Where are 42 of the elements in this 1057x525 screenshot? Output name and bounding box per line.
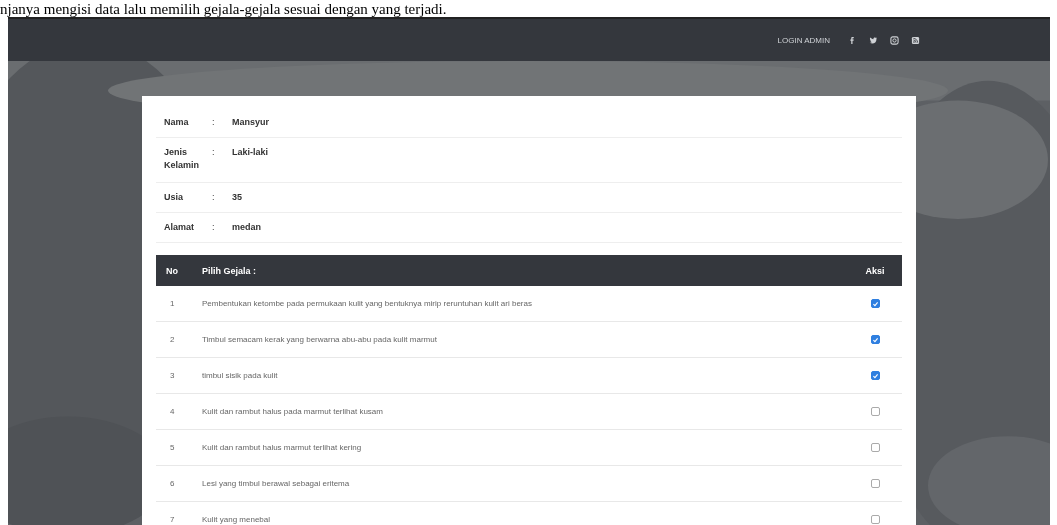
checkbox[interactable]: [870, 479, 880, 488]
column-header: Aksi: [864, 265, 886, 276]
symptom-text: Kulit dan rambut halus pada marmut terlihat kusam: [202, 407, 384, 416]
symptom-text: Kulit yang menebal: [202, 515, 272, 524]
field-label: Nama: [164, 116, 190, 129]
separator-text: :: [212, 221, 216, 234]
symptom-text: Pembentukan ketombe pada permukaan kulit yang bentuknya mirip reruntuhan kulit ari beras: [202, 299, 533, 308]
instagram-icon[interactable]: [890, 35, 899, 45]
row-number: 2: [169, 335, 176, 344]
checkbox[interactable]: [870, 299, 880, 308]
column-header: Pilih Gejala :: [202, 265, 258, 276]
row-number: 4: [169, 407, 176, 416]
separator-text: :: [212, 191, 216, 204]
row-number: 1: [169, 299, 176, 308]
field-value: 35: [232, 191, 242, 204]
facebook-icon[interactable]: [848, 35, 857, 45]
field-label: Usia: [164, 191, 184, 204]
row-number: 5: [169, 443, 176, 452]
field-value: Mansyur: [232, 116, 269, 129]
symptom-text: Kulit dan rambut halus marmut terlihat kering: [202, 443, 363, 452]
separator-text: :: [212, 146, 216, 159]
checkbox[interactable]: [870, 371, 880, 380]
separator-text: :: [212, 116, 216, 129]
symptom-text: timbul sisik pada kulit: [202, 371, 279, 380]
checkbox[interactable]: [870, 407, 880, 416]
checkbox[interactable]: [870, 335, 880, 344]
checkbox[interactable]: [870, 443, 880, 452]
symptom-text: Lesi yang timbul berawal sebagai eritema: [202, 479, 351, 488]
rss-icon[interactable]: [911, 35, 920, 45]
twitter-icon[interactable]: [869, 35, 878, 45]
field-value: Laki-laki: [232, 146, 269, 159]
symptom-text: Timbul semacam kerak yang berwarna abu-abu pada kulit marmut: [202, 335, 438, 344]
row-number: 7: [169, 515, 176, 524]
field-value: medan: [232, 221, 261, 234]
field-label: Alamat: [164, 221, 195, 234]
checkbox[interactable]: [870, 515, 880, 524]
field-label: Jenis Kelamin: [164, 146, 200, 172]
caption-text: njanya mengisi data lalu memilih gejala-gejala sesuai dengan yang terjadi.: [0, 0, 448, 17]
row-number: 6: [169, 479, 176, 488]
column-header: No: [165, 265, 179, 276]
row-number: 3: [169, 371, 176, 380]
login-link[interactable]: LOGIN ADMIN: [777, 35, 830, 45]
